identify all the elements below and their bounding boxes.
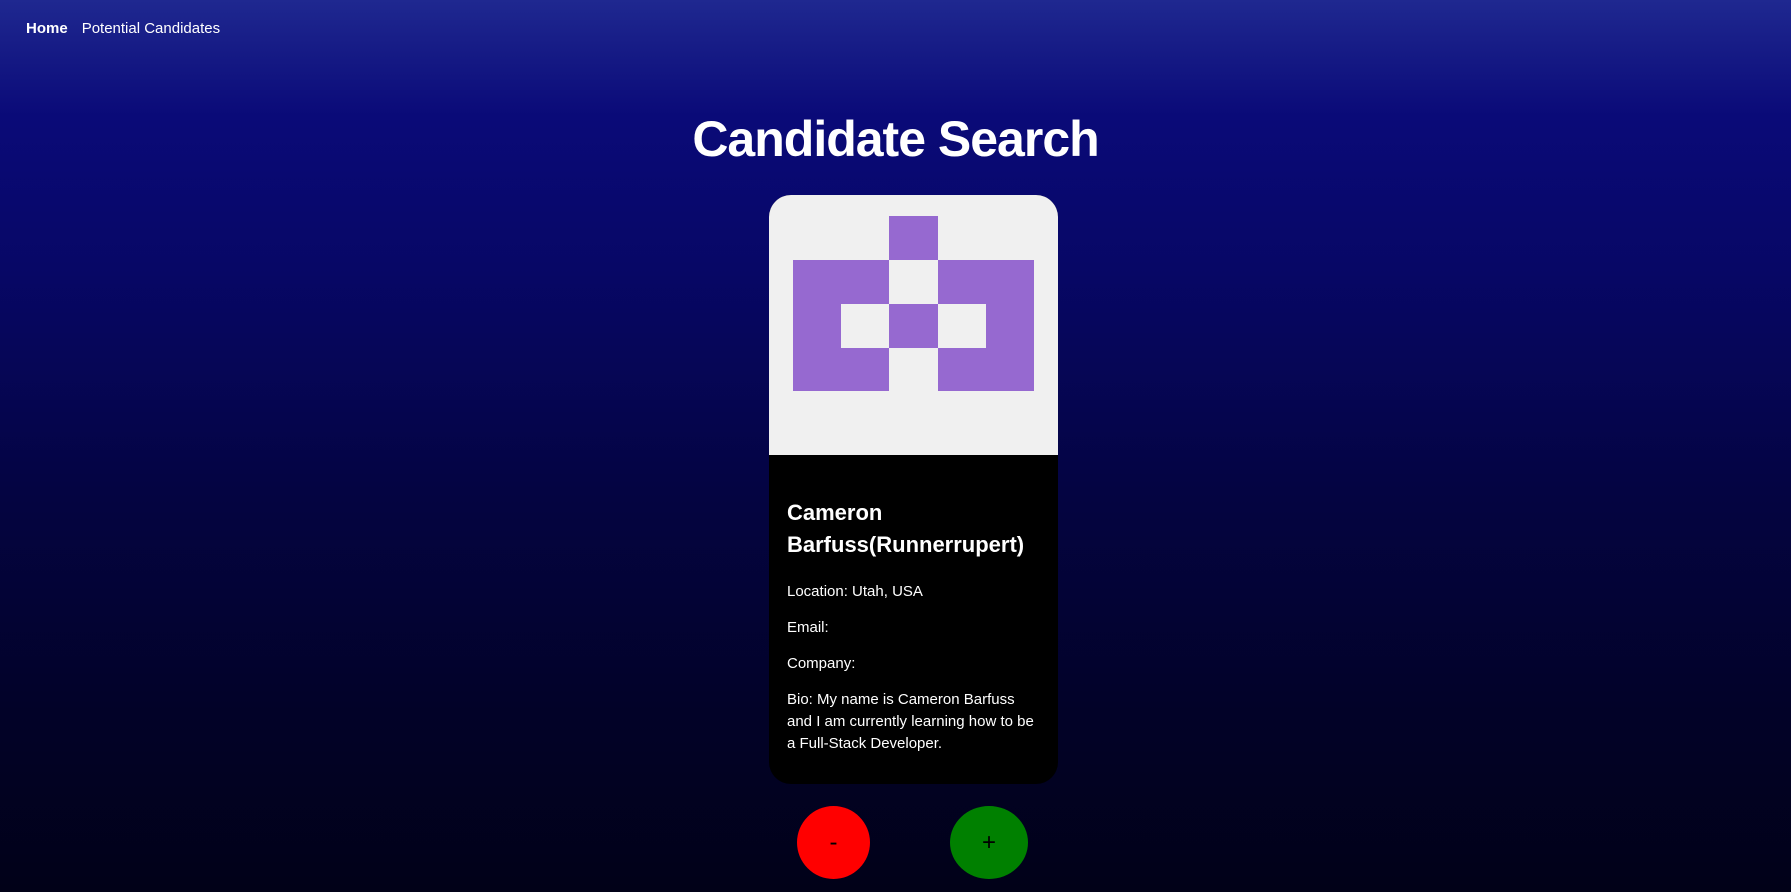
candidate-card: Cameron Barfuss(Runnerrupert) Location: … <box>769 195 1058 784</box>
candidate-bio: Bio: My name is Cameron Barfuss and I am… <box>787 691 1034 752</box>
candidate-details: Cameron Barfuss(Runnerrupert) Location: … <box>769 455 1058 755</box>
identicon-avatar-icon <box>793 216 1034 391</box>
avatar <box>769 195 1058 455</box>
nav-potential-candidates-link[interactable]: Potential Candidates <box>82 20 220 37</box>
reject-candidate-button[interactable]: - <box>797 806 870 879</box>
top-nav: Home Potential Candidates <box>26 20 220 37</box>
accept-candidate-button[interactable]: + <box>950 806 1028 879</box>
candidate-company: Company: <box>787 655 856 672</box>
nav-home-link[interactable]: Home <box>26 20 68 37</box>
page-title: Candidate Search <box>692 111 1099 167</box>
candidate-email: Email: <box>787 619 829 636</box>
candidate-name: Cameron Barfuss(Runnerrupert) <box>787 500 1025 557</box>
candidate-location: Location: Utah, USA <box>787 583 923 600</box>
